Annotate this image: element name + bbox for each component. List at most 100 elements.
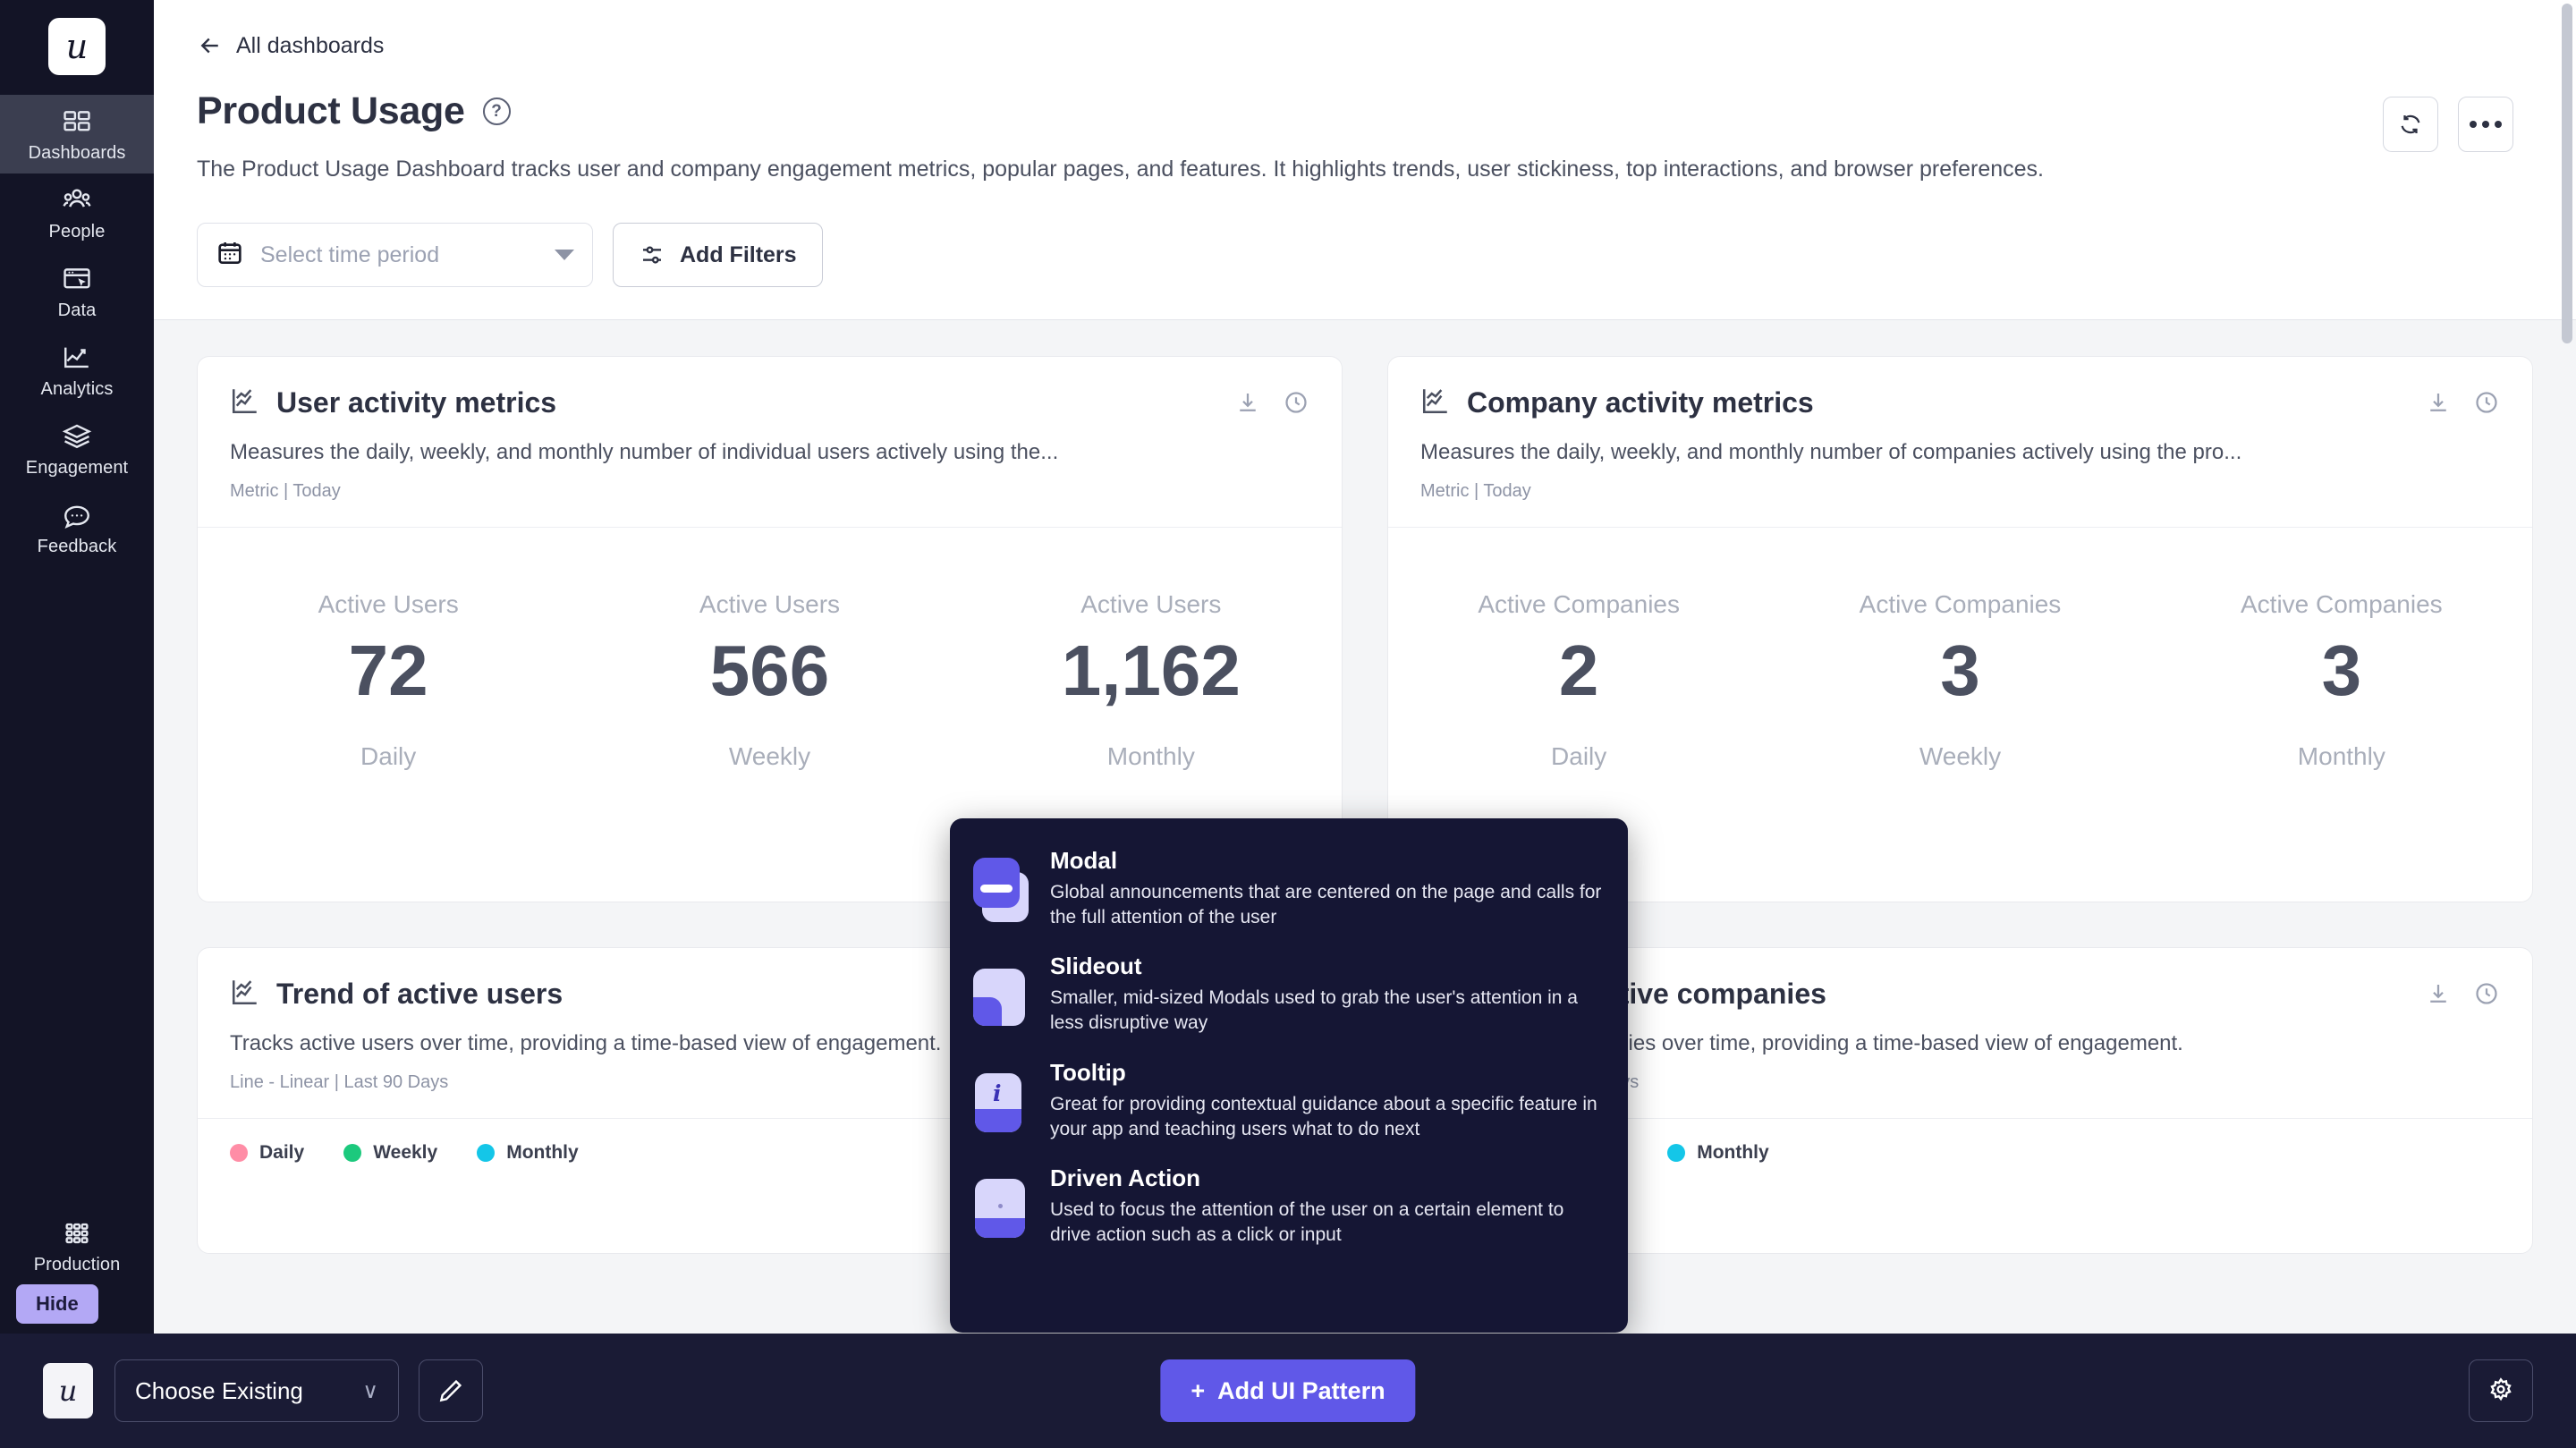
- metric-weekly: Active Users 566 Weekly: [579, 590, 960, 902]
- more-horizontal-icon: [2470, 121, 2502, 128]
- sidebar-item-people[interactable]: People: [0, 174, 154, 252]
- legend-item-monthly[interactable]: Monthly: [1667, 1142, 1769, 1164]
- sidebar-item-data[interactable]: Data: [0, 252, 154, 331]
- metric-sub: Daily: [360, 742, 417, 771]
- clock-icon[interactable]: [2473, 389, 2500, 416]
- refresh-button[interactable]: [2383, 97, 2438, 152]
- card-meta: Metric | Today: [1420, 481, 1531, 502]
- metric-value: 3: [1940, 631, 1980, 711]
- modal-pattern-icon: [973, 858, 1029, 922]
- pattern-option-slideout[interactable]: Slideout Smaller, mid-sized Modals used …: [973, 944, 1605, 1049]
- settings-button[interactable]: [2469, 1359, 2533, 1422]
- metric-label: Active Companies: [1478, 590, 1680, 619]
- pattern-option-tooltip[interactable]: i Tooltip Great for providing contextual…: [973, 1050, 1605, 1156]
- legend-dot: [477, 1144, 496, 1163]
- line-chart-icon: [230, 977, 260, 1012]
- sidebar-item-analytics[interactable]: Analytics: [0, 331, 154, 410]
- help-circle-icon[interactable]: ?: [482, 97, 511, 125]
- hide-sidebar-button[interactable]: Hide: [16, 1284, 98, 1324]
- page-scrollbar[interactable]: [2562, 4, 2572, 1381]
- title-row: Product Usage ?: [154, 59, 2576, 133]
- choose-existing-select[interactable]: Choose Existing ∨: [114, 1359, 399, 1422]
- userpilot-builder-logo[interactable]: u: [43, 1363, 93, 1418]
- sidebar-item-label: Data: [57, 301, 97, 320]
- legend-item-monthly[interactable]: Monthly: [477, 1142, 579, 1164]
- legend-dot: [343, 1144, 362, 1163]
- download-icon[interactable]: [2425, 389, 2452, 416]
- driven-action-pattern-icon: [973, 1175, 1029, 1240]
- data-cursor-icon: [62, 264, 92, 294]
- sidebar-item-label: Dashboards: [28, 143, 126, 163]
- metric-value: 566: [709, 631, 830, 711]
- more-options-button[interactable]: [2458, 97, 2513, 152]
- add-filters-button[interactable]: Add Filters: [613, 223, 823, 288]
- pattern-name: Tooltip: [1050, 1058, 1126, 1086]
- add-filters-label: Add Filters: [680, 241, 797, 267]
- dots-grid-icon: [62, 1218, 92, 1249]
- app-root: u Dashboards People Data Analytics Engag…: [0, 0, 2576, 1448]
- download-icon[interactable]: [2425, 980, 2452, 1007]
- sidebar-item-feedback[interactable]: Feedback: [0, 488, 154, 567]
- legend-item-daily[interactable]: Daily: [230, 1142, 304, 1164]
- metric-value: 3: [2321, 631, 2362, 711]
- metric-sub: Weekly: [728, 742, 811, 771]
- metric-monthly: Active Companies 3 Monthly: [2151, 590, 2532, 902]
- legend-dot: [1667, 1144, 1686, 1163]
- pattern-option-driven-action[interactable]: Driven Action Used to focus the attentio…: [973, 1156, 1605, 1261]
- sidebar-item-label: Feedback: [37, 537, 117, 556]
- pattern-description: Great for providing contextual guidance …: [1050, 1093, 1597, 1139]
- clock-icon[interactable]: [2473, 980, 2500, 1007]
- add-ui-pattern-button[interactable]: + Add UI Pattern: [1160, 1359, 1416, 1422]
- pattern-description: Smaller, mid-sized Modals used to grab t…: [1050, 987, 1578, 1034]
- card-actions: [2425, 389, 2500, 416]
- page-description: The Product Usage Dashboard tracks user …: [197, 157, 2044, 182]
- breadcrumb-all-dashboards[interactable]: All dashboards: [154, 0, 2576, 59]
- pattern-name: Driven Action: [1050, 1164, 1201, 1192]
- sidebar-item-label: Engagement: [25, 458, 129, 478]
- legend-label: Monthly: [506, 1142, 579, 1164]
- metric-label: Active Companies: [1859, 590, 2062, 619]
- card-description: Measures the daily, weekly, and monthly …: [230, 440, 1059, 465]
- pattern-name: Modal: [1050, 847, 1118, 874]
- pattern-option-modal[interactable]: Modal Global announcements that are cent…: [973, 838, 1605, 944]
- chevron-down-icon: [555, 250, 574, 261]
- card-title: Trend of active users: [276, 978, 564, 1011]
- add-ui-pattern-wrap: + Add UI Pattern: [1160, 1359, 1416, 1422]
- legend-label: Weekly: [373, 1142, 438, 1164]
- card-meta: Metric | Today: [230, 481, 341, 502]
- card-actions: [1234, 389, 1309, 416]
- sidebar-item-production[interactable]: Production: [0, 1207, 154, 1285]
- metric-label: Active Users: [699, 590, 841, 619]
- scrollbar-thumb[interactable]: [2562, 4, 2572, 343]
- card-header: Company activity metrics Measures the da…: [1388, 357, 2532, 529]
- bottom-right-actions: [2469, 1359, 2533, 1422]
- sidebar-item-dashboards[interactable]: Dashboards: [0, 95, 154, 174]
- gear-icon: [2490, 1377, 2512, 1401]
- metric-sub: Monthly: [2297, 742, 2385, 771]
- metric-sub: Daily: [1551, 742, 1607, 771]
- pattern-description: Used to focus the attention of the user …: [1050, 1199, 1564, 1246]
- legend-dot: [230, 1144, 248, 1163]
- edit-button[interactable]: [419, 1359, 483, 1422]
- userpilot-logo[interactable]: u: [48, 18, 106, 75]
- pattern-description: Global announcements that are centered o…: [1050, 882, 1602, 927]
- card-title: Company activity metrics: [1467, 386, 1814, 419]
- download-icon[interactable]: [1234, 389, 1261, 416]
- metric-sub: Monthly: [1106, 742, 1195, 771]
- pattern-name: Slideout: [1050, 953, 1142, 980]
- layers-icon: [62, 421, 92, 452]
- metric-value: 2: [1558, 631, 1599, 711]
- metric-chart-icon: [1420, 385, 1451, 420]
- card-title-row: Company activity metrics: [1420, 385, 2500, 420]
- chat-bubble-icon: [62, 500, 92, 530]
- card-title: User activity metrics: [276, 386, 557, 419]
- clock-icon[interactable]: [1283, 389, 1309, 416]
- legend-item-weekly[interactable]: Weekly: [343, 1142, 437, 1164]
- sidebar-item-label: Production: [33, 1255, 121, 1274]
- choose-existing-label: Choose Existing: [135, 1376, 303, 1404]
- metric-label: Active Companies: [2240, 590, 2443, 619]
- card-actions: [2425, 980, 2500, 1007]
- time-period-select[interactable]: Select time period: [197, 223, 593, 288]
- metric-value: 72: [348, 631, 428, 711]
- sidebar-item-engagement[interactable]: Engagement: [0, 410, 154, 488]
